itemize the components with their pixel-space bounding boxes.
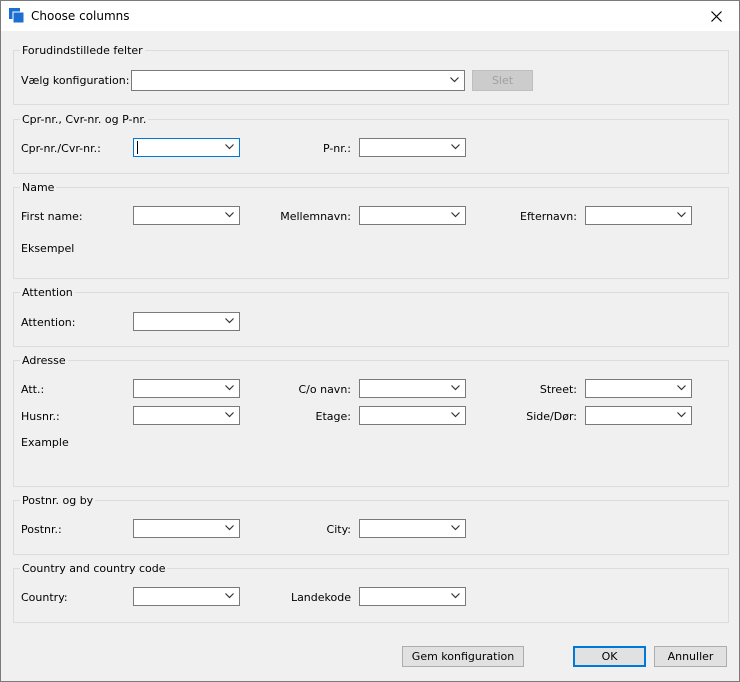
postal-legend: Postnr. og by [20, 494, 96, 507]
att-select[interactable] [133, 379, 240, 398]
chevron-down-icon [451, 593, 460, 599]
chevron-down-icon [225, 593, 234, 599]
first-name-select[interactable] [133, 206, 240, 225]
presets-legend: Forudindstillede felter [20, 44, 145, 57]
husnr-select[interactable] [133, 406, 240, 425]
pnr-select[interactable] [359, 138, 466, 157]
config-label: Vælg konfiguration: [21, 74, 130, 87]
cpr-label: Cpr-nr./Cvr-nr.: [21, 142, 101, 155]
config-select[interactable] [131, 70, 465, 91]
country-select[interactable] [133, 587, 240, 606]
chevron-down-icon [451, 412, 460, 418]
text-cursor [137, 141, 138, 154]
name-example: Eksempel [21, 242, 75, 255]
chevron-down-icon [225, 525, 234, 531]
city-select[interactable] [359, 519, 466, 538]
country-label: Country: [21, 591, 68, 604]
window-title: Choose columns [31, 9, 130, 23]
chevron-down-icon [225, 385, 234, 391]
chevron-down-icon [225, 212, 234, 218]
postnr-select[interactable] [133, 519, 240, 538]
cpr-legend: Cpr-nr., Cvr-nr. og P-nr. [20, 113, 149, 126]
cancel-button[interactable]: Annuller [654, 646, 727, 667]
title-bar: Choose columns [1, 1, 739, 31]
delete-config-button[interactable]: Slet [472, 70, 533, 91]
etage-label: Etage: [315, 410, 351, 423]
pnr-label: P-nr.: [322, 142, 351, 155]
etage-select[interactable] [359, 406, 466, 425]
chevron-down-icon [451, 212, 460, 218]
address-example: Example [21, 436, 69, 449]
app-icon [9, 8, 25, 24]
middle-name-label: Mellemnavn: [280, 210, 351, 223]
choose-columns-dialog: Choose columns Forudindstillede felter V… [0, 0, 740, 682]
chevron-down-icon [677, 412, 686, 418]
chevron-down-icon [451, 144, 460, 150]
att-label: Att.: [21, 383, 45, 396]
chevron-down-icon [225, 318, 234, 324]
co-name-select[interactable] [359, 379, 466, 398]
chevron-down-icon [677, 212, 686, 218]
chevron-down-icon [451, 525, 460, 531]
chevron-down-icon [225, 144, 234, 150]
cpr-select[interactable] [133, 138, 240, 157]
country-legend: Country and country code [20, 562, 168, 575]
close-button[interactable] [693, 1, 739, 31]
name-group: Name [13, 181, 729, 279]
first-name-label: First name: [21, 210, 83, 223]
street-select[interactable] [585, 379, 692, 398]
save-config-button[interactable]: Gem konfiguration [402, 646, 524, 667]
husnr-label: Husnr.: [21, 410, 60, 423]
middle-name-select[interactable] [359, 206, 466, 225]
chevron-down-icon [450, 77, 459, 83]
attention-label: Attention: [21, 316, 76, 329]
chevron-down-icon [225, 412, 234, 418]
ok-button[interactable]: OK [573, 646, 646, 667]
attention-select[interactable] [133, 312, 240, 331]
side-door-select[interactable] [585, 406, 692, 425]
attention-legend: Attention [20, 286, 75, 299]
close-icon [710, 10, 722, 22]
side-door-label: Side/Dør: [526, 410, 577, 423]
last-name-select[interactable] [585, 206, 692, 225]
chevron-down-icon [451, 385, 460, 391]
chevron-down-icon [677, 385, 686, 391]
street-label: Street: [539, 383, 577, 396]
attention-group: Attention [13, 286, 729, 347]
country-code-label: Landekode [290, 591, 351, 604]
country-code-select[interactable] [359, 587, 466, 606]
address-legend: Adresse [20, 354, 68, 367]
last-name-label: Efternavn: [520, 210, 577, 223]
name-legend: Name [20, 181, 57, 194]
co-name-label: C/o navn: [298, 383, 351, 396]
postnr-label: Postnr.: [21, 523, 62, 536]
city-label: City: [326, 523, 351, 536]
